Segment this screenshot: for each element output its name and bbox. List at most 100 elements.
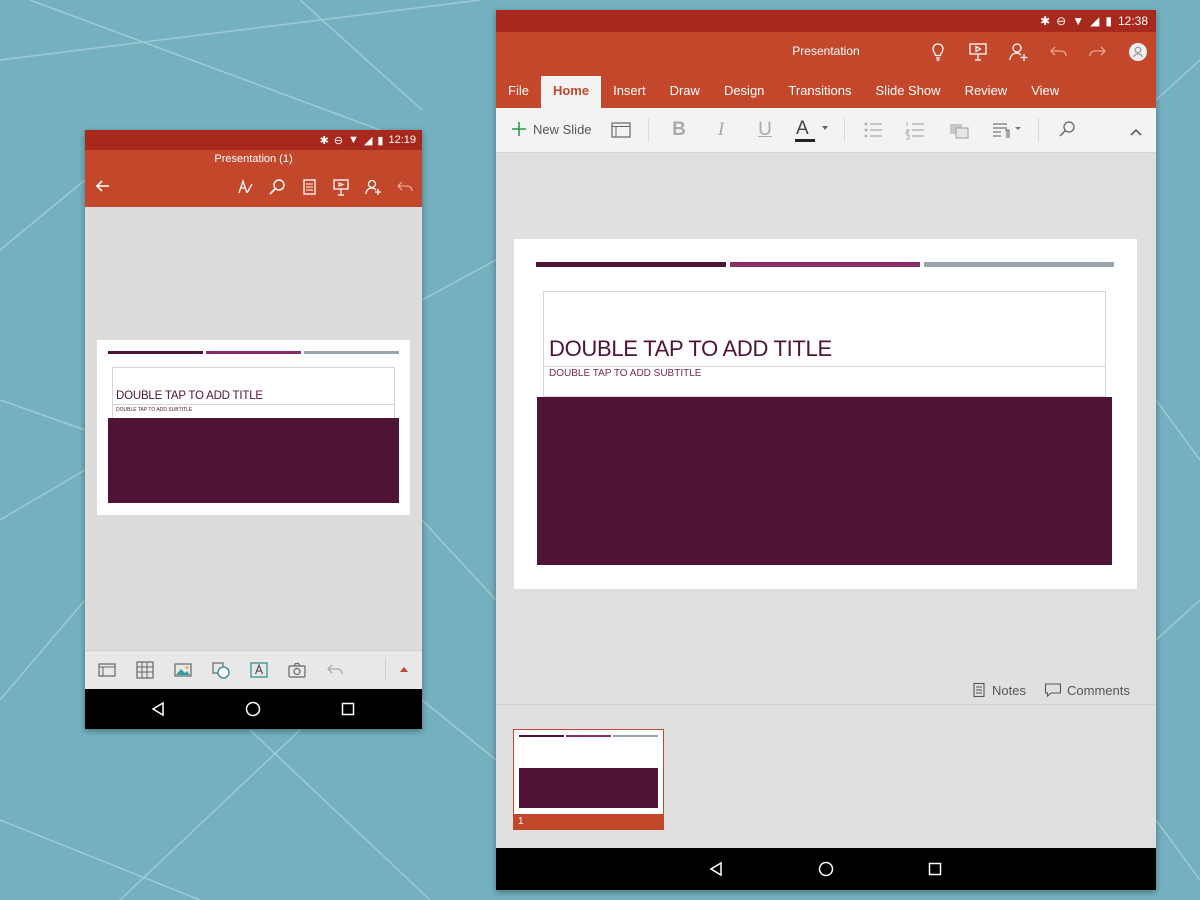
undo-icon[interactable] <box>325 660 345 680</box>
ribbon-separator <box>648 118 649 142</box>
pen-icon[interactable] <box>234 176 256 198</box>
tab-review[interactable]: Review <box>953 76 1020 108</box>
undo-icon[interactable] <box>394 176 416 198</box>
italic-icon[interactable]: I <box>708 118 734 142</box>
notes-icon <box>973 682 985 698</box>
accent-bar-dark <box>108 351 203 354</box>
tablet-nav-bar <box>496 848 1156 890</box>
font-color-dropdown[interactable]: A <box>794 118 832 142</box>
tab-slide-show[interactable]: Slide Show <box>864 76 953 108</box>
table-icon[interactable] <box>135 660 155 680</box>
phone-header: Presentation (1) <box>85 150 422 207</box>
slide-canvas[interactable]: DOUBLE TAP TO ADD TITLE DOUBLE TAP TO AD… <box>97 340 410 515</box>
battery-icon: ▮ <box>377 134 384 147</box>
battery-icon: ▮ <box>1105 14 1112 28</box>
recents-square-icon[interactable] <box>333 689 363 729</box>
slide-title-text: DOUBLE TAP TO ADD TITLE <box>549 336 832 361</box>
tab-design[interactable]: Design <box>712 76 776 108</box>
back-triangle-icon[interactable] <box>143 689 173 729</box>
search-icon[interactable] <box>1054 118 1080 142</box>
accent-bar-gray <box>924 262 1114 267</box>
phone-device: ✱ ⊖ ▼ ◢ ▮ 12:19 Presentation (1) DOUBLE … <box>85 130 422 729</box>
ribbon-tabs: File Home Insert Draw Design Transitions… <box>496 76 1071 108</box>
textbox-icon[interactable] <box>249 660 269 680</box>
new-slide-label: New Slide <box>533 121 592 137</box>
search-icon[interactable] <box>266 176 288 198</box>
wifi-icon: ▼ <box>1072 14 1085 28</box>
phone-status-bar: ✱ ⊖ ▼ ◢ ▮ 12:19 <box>85 130 422 150</box>
font-color-swatch <box>795 139 815 142</box>
bold-icon[interactable]: B <box>666 118 692 142</box>
font-color-icon: A <box>796 118 809 139</box>
title-placeholder[interactable]: DOUBLE TAP TO ADD TITLE DOUBLE TAP TO AD… <box>543 291 1106 397</box>
thumb-bar-gray <box>613 735 658 737</box>
accent-bar-dark <box>536 262 726 267</box>
tab-file[interactable]: File <box>496 76 541 108</box>
tablet-device: ✱ ⊖ ▼ ◢ ▮ 12:38 Presentation File Home I… <box>496 10 1156 890</box>
slide-title-text: DOUBLE TAP TO ADD TITLE <box>116 390 263 402</box>
home-ribbon: New Slide B I U A <box>496 108 1156 153</box>
dnd-icon: ⊖ <box>1056 14 1067 28</box>
phone-bottom-toolbar <box>85 650 422 689</box>
undo-icon[interactable] <box>1046 40 1070 64</box>
notes-label: Notes <box>992 682 1026 698</box>
bluetooth-icon: ✱ <box>319 134 329 147</box>
comments-button[interactable]: Comments <box>1044 682 1130 698</box>
status-time: 12:19 <box>388 134 416 146</box>
ribbon-separator <box>1038 118 1039 142</box>
phone-nav-bar <box>85 689 422 729</box>
accent-bar-gray <box>304 351 399 354</box>
expand-caret-icon[interactable] <box>400 667 408 672</box>
share-icon[interactable] <box>362 176 384 198</box>
present-icon[interactable] <box>330 176 352 198</box>
slide-thumbnail[interactable]: 1 <box>513 729 664 830</box>
camera-icon[interactable] <box>287 660 307 680</box>
tablet-header: Presentation File Home Insert Draw Desig… <box>496 32 1156 108</box>
lightbulb-icon[interactable] <box>926 40 950 64</box>
collapse-ribbon-icon[interactable] <box>1126 118 1146 142</box>
placeholder-divider <box>113 404 394 405</box>
notes-button[interactable]: Notes <box>971 682 1026 698</box>
tab-insert[interactable]: Insert <box>601 76 658 108</box>
comments-label: Comments <box>1067 682 1130 698</box>
redo-icon[interactable] <box>1086 40 1110 64</box>
new-slide-button[interactable]: New Slide <box>510 118 592 140</box>
bluetooth-icon: ✱ <box>1040 14 1051 28</box>
slide-canvas[interactable]: DOUBLE TAP TO ADD TITLE DOUBLE TAP TO AD… <box>514 239 1137 589</box>
accent-bar-purple <box>206 351 301 354</box>
home-circle-icon[interactable] <box>811 848 841 890</box>
wifi-icon: ▼ <box>348 134 359 146</box>
slide-number: 1 <box>514 814 663 829</box>
notes-icon[interactable] <box>298 176 320 198</box>
tab-transitions[interactable]: Transitions <box>776 76 863 108</box>
dnd-icon: ⊖ <box>333 134 344 147</box>
layout-icon[interactable] <box>97 660 117 680</box>
picture-icon[interactable] <box>173 660 193 680</box>
present-icon[interactable] <box>966 40 990 64</box>
account-icon[interactable] <box>1126 40 1150 64</box>
document-title: Presentation <box>792 44 860 58</box>
thumb-bar-purple <box>566 735 611 737</box>
ribbon-separator <box>844 118 845 142</box>
share-icon[interactable] <box>1006 40 1030 64</box>
back-arrow-icon[interactable] <box>93 176 113 196</box>
tablet-status-bar: ✱ ⊖ ▼ ◢ ▮ 12:38 <box>496 10 1156 32</box>
recents-square-icon[interactable] <box>920 848 950 890</box>
accent-bar-purple <box>730 262 920 267</box>
shapes-icon[interactable] <box>211 660 231 680</box>
layout-icon[interactable] <box>608 118 634 142</box>
shape-fill-icon[interactable] <box>946 118 972 142</box>
numbering-icon[interactable] <box>902 118 928 142</box>
title-placeholder[interactable]: DOUBLE TAP TO ADD TITLE DOUBLE TAP TO AD… <box>112 367 395 419</box>
tab-draw[interactable]: Draw <box>658 76 712 108</box>
paragraph-icon[interactable] <box>990 118 1024 142</box>
slide-subtitle-text: DOUBLE TAP TO ADD SUBTITLE <box>549 368 702 379</box>
tab-view[interactable]: View <box>1019 76 1071 108</box>
back-triangle-icon[interactable] <box>701 848 731 890</box>
signal-icon: ◢ <box>1090 14 1100 28</box>
tab-home[interactable]: Home <box>540 76 602 108</box>
home-circle-icon[interactable] <box>238 689 268 729</box>
underline-icon[interactable]: U <box>752 118 778 142</box>
slide-subtitle-text: DOUBLE TAP TO ADD SUBTITLE <box>116 407 193 413</box>
bullets-icon[interactable] <box>860 118 886 142</box>
